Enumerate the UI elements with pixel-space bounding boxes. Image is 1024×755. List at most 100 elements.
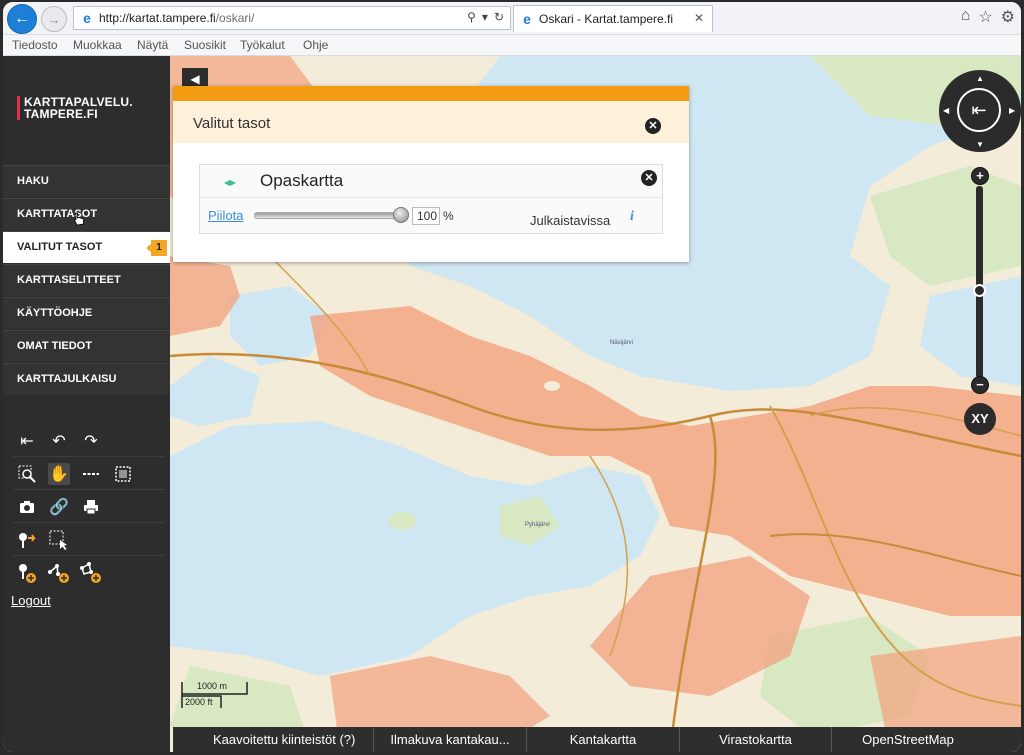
- menu-item-karttaselitteet[interactable]: KARTTASELITTEET: [3, 264, 170, 296]
- basemap-option-5[interactable]: OpenStreetMap: [831, 727, 984, 752]
- zoom-box-icon[interactable]: [16, 463, 38, 485]
- scale-bar: 1000 m 2000 ft: [181, 680, 261, 710]
- menu-item-label: KÄYTTÖOHJE: [17, 307, 93, 319]
- hand-pointer-icon: [73, 212, 84, 226]
- menu-help[interactable]: Ohje: [303, 38, 328, 52]
- browser-menubar: Tiedosto Muokkaa Näytä Suosikit Työkalut…: [3, 35, 1021, 56]
- coordinate-tool-button[interactable]: XY: [964, 403, 996, 435]
- zoom-slider-handle[interactable]: [973, 284, 986, 297]
- browser-right-tools: ⌂ ☆ ⚙: [961, 7, 1015, 27]
- close-tab-icon[interactable]: ✕: [694, 11, 704, 25]
- measure-area-icon[interactable]: [112, 463, 134, 485]
- address-tools: ⚲ ▾ ↻: [467, 10, 504, 24]
- opacity-unit: %: [443, 209, 454, 223]
- menu-edit[interactable]: Muokkaa: [73, 38, 122, 52]
- dropdown-icon[interactable]: ▾: [482, 10, 488, 24]
- reset-view-icon[interactable]: ⇤: [16, 430, 38, 452]
- basemap-option-1[interactable]: Kaavoitettu kiinteistöt (?): [173, 727, 373, 752]
- measure-line-icon[interactable]: [80, 463, 102, 485]
- link-icon[interactable]: 🔗: [48, 496, 70, 518]
- forward-button[interactable]: →: [41, 6, 67, 32]
- panel-header: Valitut tasot ✕: [173, 101, 689, 143]
- toolbar-divider: [13, 456, 165, 457]
- toolbar-divider: [13, 489, 165, 490]
- zoom-out-button[interactable]: −: [971, 376, 989, 394]
- screen-frame: ← → e http://kartat.tampere.fi/oskari/ ⚲…: [0, 0, 1024, 755]
- pan-down-icon[interactable]: ▼: [976, 140, 984, 149]
- remove-layer-icon[interactable]: ✕: [641, 170, 657, 186]
- hide-layer-link[interactable]: Piilota: [208, 208, 243, 223]
- browser-toolbar: ← → e http://kartat.tampere.fi/oskari/ ⚲…: [3, 2, 1021, 35]
- close-panel-icon[interactable]: ✕: [645, 118, 661, 134]
- panel-accent-bar: [173, 86, 689, 101]
- pan-hand-icon[interactable]: ✋: [48, 463, 70, 485]
- settings-gear-icon[interactable]: ⚙: [1001, 7, 1015, 27]
- url-path: /oskari/: [215, 11, 255, 25]
- menu-item-valitut-tasot[interactable]: VALITUT TASOT 1: [3, 231, 170, 263]
- menu-view[interactable]: Näytä: [137, 38, 168, 52]
- logo-accent-bar: [17, 96, 20, 120]
- pan-control[interactable]: ▲ ▼ ◀ ▶ ⇤: [939, 70, 1021, 152]
- feature-info-pin-icon[interactable]: [16, 529, 38, 551]
- basemap-selector: Kaavoitettu kiinteistöt (?) Ilmakuva kan…: [173, 727, 1021, 752]
- zoom-slider-track[interactable]: [976, 186, 983, 378]
- pan-up-icon[interactable]: ▲: [976, 74, 984, 83]
- add-point-icon[interactable]: [16, 562, 38, 584]
- tab-title: Oskari - Kartat.tampere.fi: [539, 12, 674, 26]
- layer-name: Opaskartta: [260, 171, 344, 190]
- layer-divider: [200, 197, 662, 198]
- undo-icon[interactable]: ↶: [48, 430, 70, 452]
- toolbar-divider: [13, 522, 165, 523]
- home-icon[interactable]: ⌂: [961, 7, 971, 27]
- menu-item-karttatasot[interactable]: KARTTATASOT: [3, 198, 170, 230]
- menu-item-label: KARTTATASOT: [17, 208, 98, 220]
- selected-layers-panel: Valitut tasot ✕ Opaskartta ✕ Piilota 100…: [173, 86, 689, 262]
- pan-left-icon[interactable]: ◀: [943, 106, 949, 115]
- menu-item-label: KARTTAJULKAISU: [17, 373, 117, 385]
- add-line-icon[interactable]: [48, 562, 70, 584]
- address-bar[interactable]: e http://kartat.tampere.fi/oskari/ ⚲ ▾ ↻: [73, 6, 511, 30]
- back-button[interactable]: ←: [7, 4, 37, 34]
- menu-item-haku[interactable]: HAKU: [3, 165, 170, 197]
- select-area-icon[interactable]: [48, 529, 70, 551]
- basemap-option-4[interactable]: Virastokartta: [679, 727, 831, 752]
- toolbar-divider: [13, 555, 165, 556]
- ie-page-icon: e: [83, 10, 91, 26]
- triangle-left-icon: ◀: [190, 72, 200, 86]
- camera-icon[interactable]: [16, 496, 38, 518]
- redo-icon[interactable]: ↷: [80, 430, 102, 452]
- opacity-slider-handle[interactable]: [393, 207, 409, 223]
- arrow-right-icon: →: [47, 11, 61, 27]
- refresh-icon[interactable]: ↻: [494, 10, 504, 24]
- pan-right-icon[interactable]: ▶: [1009, 106, 1015, 115]
- info-icon[interactable]: i: [630, 209, 634, 225]
- scale-label-metric: 1000 m: [197, 681, 228, 691]
- logout-link[interactable]: Logout: [11, 593, 51, 608]
- menu-item-label: VALITUT TASOT: [17, 241, 103, 253]
- menu-item-kayttoohje[interactable]: KÄYTTÖOHJE: [3, 297, 170, 329]
- menu-item-karttajulkaisu[interactable]: KARTTAJULKAISU: [3, 363, 170, 395]
- menu-item-label: OMAT TIEDOT: [17, 340, 92, 352]
- search-icon[interactable]: ⚲: [467, 10, 476, 24]
- browser-tab[interactable]: e Oskari - Kartat.tampere.fi ✕: [513, 5, 713, 32]
- browser-window: ← → e http://kartat.tampere.fi/oskari/ ⚲…: [3, 2, 1021, 752]
- menu-favorites[interactable]: Suosikit: [184, 38, 226, 52]
- zoom-in-button[interactable]: +: [971, 167, 989, 185]
- url-host: http://kartat.tampere.fi: [99, 11, 216, 25]
- basemap-option-3[interactable]: Kantakartta: [526, 727, 679, 752]
- menu-item-label: HAKU: [17, 175, 49, 187]
- app-sidebar: KARTTAPALVELU. TAMPERE.FI HAKU KARTTATAS…: [3, 56, 170, 752]
- add-area-icon[interactable]: [80, 562, 102, 584]
- favorites-star-icon[interactable]: ☆: [978, 7, 992, 27]
- opacity-input[interactable]: 100: [412, 207, 440, 225]
- ie-tab-icon: e: [523, 11, 531, 27]
- opacity-slider-track[interactable]: [254, 212, 406, 219]
- menu-tools[interactable]: Työkalut: [240, 38, 285, 52]
- reset-pan-icon[interactable]: ⇤: [957, 88, 1001, 132]
- menu-item-omat-tiedot[interactable]: OMAT TIEDOT: [3, 330, 170, 362]
- basemap-option-2[interactable]: Ilmakuva kantakau...: [373, 727, 526, 752]
- print-icon[interactable]: [80, 496, 102, 518]
- publish-status: Julkaistavissa: [530, 213, 611, 228]
- menu-file[interactable]: Tiedosto: [12, 38, 58, 52]
- menu-item-label: KARTTASELITTEET: [17, 274, 121, 286]
